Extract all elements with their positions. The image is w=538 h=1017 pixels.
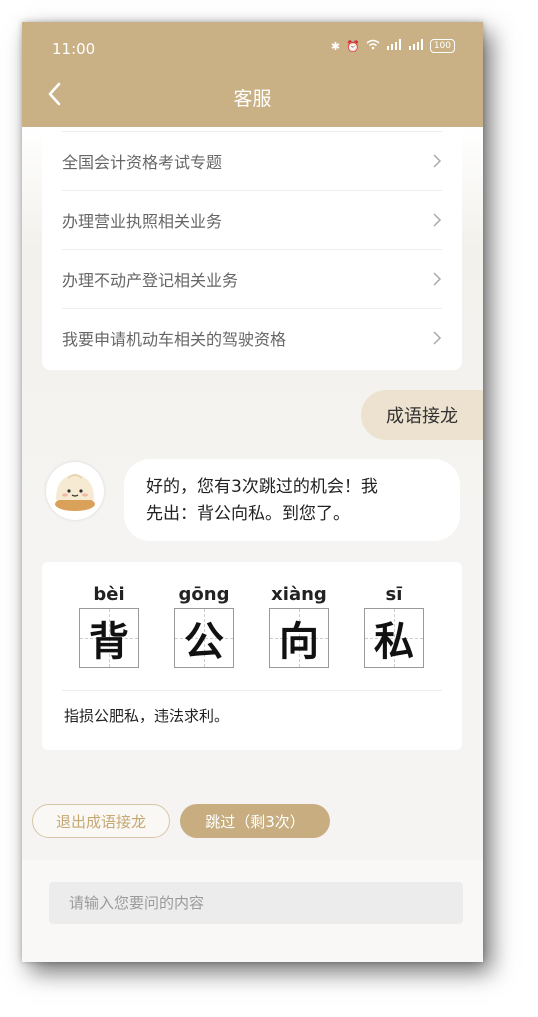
idiom-meaning: 指损公肥私，违法求利。 bbox=[64, 707, 230, 725]
menu-item-label: 办理不动产登记相关业务 bbox=[62, 271, 239, 290]
menu-item[interactable]: 全国会计资格考试专题 bbox=[62, 132, 442, 191]
page-title: 客服 bbox=[233, 88, 272, 110]
idiom-char: 向 bbox=[279, 619, 319, 665]
idiom-char: 背 bbox=[89, 619, 129, 665]
idiom-card: bèi 背 gōng 公 xiàng 向 sī 私 指损公肥私，违法求利。 bbox=[42, 562, 462, 750]
battery-icon: 100 bbox=[429, 39, 455, 53]
menu-item-label: 办理营业执照相关业务 bbox=[62, 212, 223, 231]
menu-item[interactable]: 办理不动产登记相关业务 bbox=[62, 250, 442, 309]
message-input[interactable] bbox=[49, 882, 463, 924]
alarm-icon: ⏰ bbox=[346, 39, 360, 53]
char-grid: 私 bbox=[364, 608, 424, 668]
idiom-char: 公 bbox=[184, 619, 224, 665]
bot-avatar bbox=[46, 462, 104, 520]
bun-mascot-icon bbox=[55, 474, 95, 511]
bluetooth-icon: ✱ bbox=[330, 39, 341, 53]
pinyin-label: bèi bbox=[93, 584, 125, 605]
menu-item-label: 我要申请机动车相关的驾驶资格 bbox=[62, 330, 287, 349]
pinyin-label: xiàng bbox=[271, 584, 327, 605]
chevron-right-icon bbox=[433, 331, 442, 345]
chevron-right-icon bbox=[433, 272, 442, 286]
idiom-char-cell: bèi 背 bbox=[74, 582, 144, 668]
menu-item[interactable]: 办理营业执照相关业务 bbox=[62, 191, 442, 250]
idiom-char-cell: xiàng 向 bbox=[264, 582, 334, 668]
menu-item[interactable]: 我要申请机动车相关的驾驶资格 bbox=[62, 309, 442, 367]
chevron-right-icon bbox=[433, 154, 442, 168]
signal-icon bbox=[386, 39, 402, 53]
bot-message-line: 先出：背公向私。到您了。 bbox=[146, 504, 350, 524]
signal-icon-2 bbox=[408, 39, 424, 53]
idiom-char-cell: gōng 公 bbox=[169, 582, 239, 668]
skip-button[interactable]: 跳过（剩3次） bbox=[180, 804, 330, 838]
status-icons: ✱ ⏰ 100 bbox=[331, 39, 455, 53]
pinyin-label: sī bbox=[385, 584, 403, 605]
char-grid: 向 bbox=[269, 608, 329, 668]
bot-message-bubble: 好的，您有3次跳过的机会！我 先出：背公向私。到您了。 bbox=[124, 459, 460, 541]
bot-message-line: 好的，您有3次跳过的机会！我 bbox=[146, 477, 378, 497]
char-grid: 背 bbox=[79, 608, 139, 668]
exit-idiom-game-button[interactable]: 退出成语接龙 bbox=[32, 804, 170, 838]
char-grid: 公 bbox=[174, 608, 234, 668]
app-header: 11:00 ✱ ⏰ 100 客服 bbox=[22, 22, 483, 127]
idiom-char: 私 bbox=[374, 619, 414, 665]
phone-screen: 11:00 ✱ ⏰ 100 客服 全国会计资格考试专题 办理营业执照相关业务 办… bbox=[22, 22, 483, 962]
menu-item-label: 全国会计资格考试专题 bbox=[62, 153, 223, 172]
divider bbox=[62, 690, 442, 691]
chat-area[interactable]: 全国会计资格考试专题 办理营业执照相关业务 办理不动产登记相关业务 我要申请机动… bbox=[22, 127, 483, 962]
menu-card: 全国会计资格考试专题 办理营业执照相关业务 办理不动产登记相关业务 我要申请机动… bbox=[42, 127, 462, 370]
status-time: 11:00 bbox=[52, 40, 96, 58]
wifi-icon bbox=[366, 39, 380, 53]
chevron-right-icon bbox=[433, 213, 442, 227]
idiom-char-cell: sī 私 bbox=[359, 582, 429, 668]
input-bar bbox=[22, 860, 483, 962]
pinyin-label: gōng bbox=[178, 584, 230, 605]
user-message-bubble: 成语接龙 bbox=[361, 390, 483, 440]
